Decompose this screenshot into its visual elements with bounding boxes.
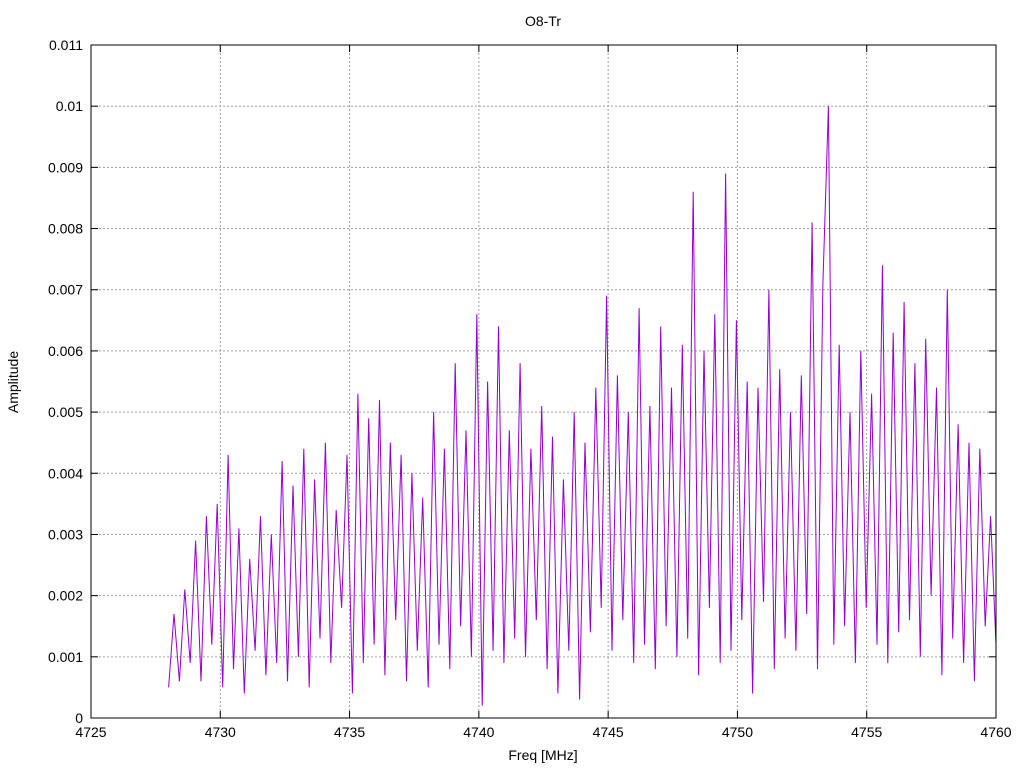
- x-tick-label: 4740: [463, 724, 494, 740]
- x-tick-label: 4750: [722, 724, 753, 740]
- y-tick-label: 0.002: [48, 588, 83, 604]
- x-tick-label: 4730: [205, 724, 236, 740]
- y-tick-label: 0.003: [48, 526, 83, 542]
- y-tick-label: 0: [75, 710, 83, 726]
- y-tick-label: 0.004: [48, 465, 83, 481]
- x-tick-label: 4760: [980, 724, 1011, 740]
- y-tick-label: 0.005: [48, 404, 83, 420]
- chart: O8-Tr 4725 4730 4735 4740 4745 4750 4755 4760 0 0…: [5, 13, 1012, 763]
- x-tick-label: 4735: [334, 724, 365, 740]
- chart-title: O8-Tr: [525, 13, 561, 29]
- x-tick-label: 4755: [851, 724, 882, 740]
- y-tick-label: 0.001: [48, 649, 83, 665]
- y-tick-label: 0.008: [48, 221, 83, 237]
- series: [168, 106, 997, 706]
- y-tick-label: 0.006: [48, 343, 83, 359]
- x-tick-label: 4745: [593, 724, 624, 740]
- y-tick-label: 0.011: [49, 37, 83, 53]
- series-line-O8-Tr: [168, 106, 997, 706]
- y-tick-label: 0.007: [48, 282, 83, 298]
- y-tick-label: 0.009: [48, 159, 83, 175]
- x-tick-label: 4725: [75, 724, 106, 740]
- y-axis-label: Amplitude: [5, 351, 21, 413]
- y-tick-label: 0.01: [56, 98, 83, 114]
- x-axis-label: Freq [MHz]: [508, 747, 577, 763]
